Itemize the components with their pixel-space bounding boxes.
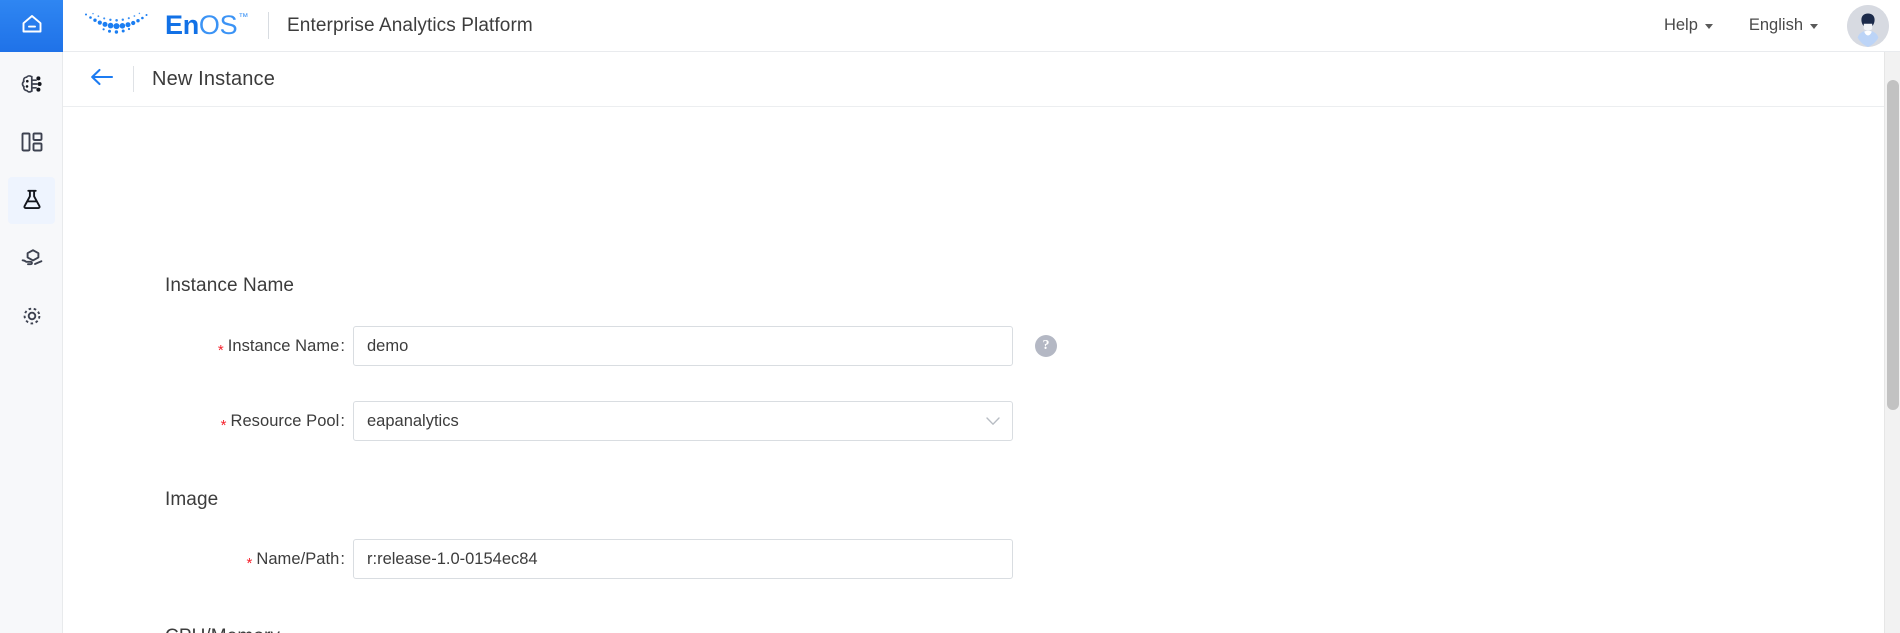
avatar (1847, 4, 1889, 47)
brand-name-os: OS (198, 10, 238, 40)
section-title-cpu-memory: CPU/Memory (165, 626, 280, 633)
required-marker: * (217, 341, 224, 359)
sidebar-item-model[interactable] (0, 55, 63, 113)
required-marker: * (246, 554, 253, 572)
name-path-value: r:release-1.0-0154ec84 (367, 549, 538, 568)
section-title-image: Image (165, 489, 219, 510)
label-resource-pool: * Resource Pool : (63, 411, 353, 434)
help-menu[interactable]: Help (1646, 16, 1731, 35)
label-colon: : (340, 336, 345, 355)
header-divider (268, 12, 270, 39)
section-title-instance-name: Instance Name (165, 275, 295, 296)
field-row-instance-name: * Instance Name : demo ? (63, 326, 1057, 366)
resource-pool-value: eapanalytics (367, 411, 459, 430)
field-row-name-path: * Name/Path : r:release-1.0-0154ec84 (63, 539, 1013, 579)
app-title: Enterprise Analytics Platform (287, 14, 533, 36)
back-button[interactable] (85, 62, 119, 96)
label-text: Instance Name (227, 336, 340, 355)
form-content: Instance Name * Instance Name : demo ? *… (63, 107, 1900, 633)
app-root: En OS ™ Enterprise Analytics Platform Help… (0, 0, 1900, 633)
brand-wordmark: En OS ™ (165, 12, 248, 39)
arrow-left-icon (89, 67, 115, 92)
language-menu-label: English (1748, 16, 1803, 34)
caret-down-icon (1810, 24, 1818, 29)
sidebar-item-lab[interactable] (0, 171, 63, 229)
brand-logo-group[interactable]: En OS ™ (83, 8, 248, 43)
language-menu[interactable]: English (1731, 16, 1836, 35)
required-marker: * (220, 416, 227, 434)
name-path-input[interactable]: r:release-1.0-0154ec84 (353, 539, 1013, 579)
label-instance-name: * Instance Name : (63, 336, 353, 359)
page-header-bar: New Instance (63, 52, 1900, 107)
instance-name-value: demo (367, 336, 409, 355)
left-sidebar (0, 0, 63, 633)
vertical-scrollbar[interactable] (1884, 52, 1900, 633)
gear-icon (19, 303, 45, 329)
label-name-path: * Name/Path : (63, 549, 353, 572)
main-column: En OS ™ Enterprise Analytics Platform Help… (63, 0, 1900, 633)
avatar-button[interactable] (1842, 0, 1894, 52)
header-actions: Help English (1646, 0, 1900, 51)
home-icon (19, 11, 45, 42)
chevron-down-icon (986, 416, 1000, 426)
flask-icon (19, 187, 45, 213)
label-text: Resource Pool (230, 411, 340, 430)
label-colon: : (340, 411, 345, 430)
sidebar-item-dashboard[interactable] (0, 113, 63, 171)
brand-name-en: En (165, 10, 199, 40)
page-title: New Instance (152, 67, 275, 90)
field-row-resource-pool: * Resource Pool : eapanalytics (63, 401, 1013, 441)
hand-hexagon-icon (19, 245, 45, 271)
caret-down-icon (1704, 24, 1713, 29)
page-header-divider (133, 66, 134, 92)
vertical-scrollbar-thumb[interactable] (1887, 80, 1899, 410)
instance-name-input[interactable]: demo (353, 326, 1013, 366)
enos-dots-logo-icon (83, 8, 155, 43)
resource-pool-select[interactable]: eapanalytics (353, 401, 1013, 441)
layout-panels-icon (19, 129, 45, 155)
sidebar-item-service[interactable] (0, 229, 63, 287)
question-mark-icon[interactable]: ? (1035, 335, 1057, 357)
brain-network-icon (18, 70, 46, 98)
top-header: En OS ™ Enterprise Analytics Platform Help… (63, 0, 1900, 52)
sidebar-item-home[interactable] (0, 0, 63, 52)
help-menu-label: Help (1663, 16, 1698, 34)
brand-trademark: ™ (238, 12, 249, 23)
sidebar-item-settings[interactable] (0, 287, 63, 345)
label-text: Name/Path (256, 549, 340, 568)
label-colon: : (340, 549, 345, 568)
